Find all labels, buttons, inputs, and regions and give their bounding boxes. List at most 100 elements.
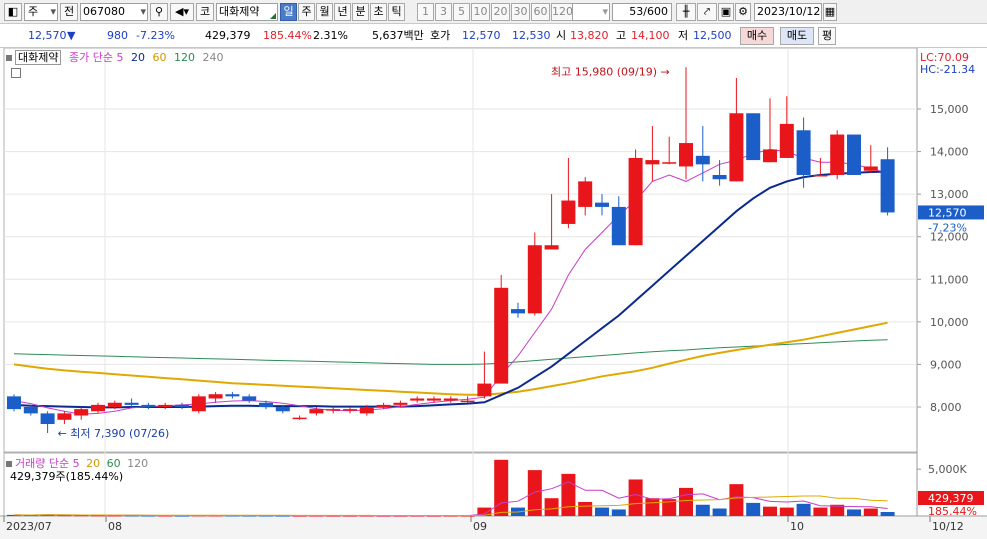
low-annotation: ← 최저 7,390 (07/26): [58, 427, 170, 440]
period-tab-0[interactable]: 일: [280, 3, 297, 21]
volume-bar: [847, 509, 861, 516]
candle-body: [662, 162, 677, 164]
trading-amount: 5,637백만: [372, 29, 424, 42]
candle-body: [830, 134, 845, 175]
candle-body: [443, 398, 458, 401]
interval-button-10[interactable]: 10: [471, 3, 490, 21]
legend-toggle-icon[interactable]: [6, 55, 12, 61]
volume-bar: [729, 484, 744, 516]
candle-body: [477, 383, 492, 397]
period-tab-6[interactable]: 틱: [388, 3, 405, 21]
date-field[interactable]: 2023/10/12: [754, 3, 822, 21]
hc-value: HC:-21.34: [920, 63, 976, 76]
search-icon[interactable]: ⚲: [150, 3, 168, 21]
candle-body: [527, 245, 542, 314]
custom-interval-select[interactable]: ▾: [572, 3, 610, 21]
gear-icon[interactable]: ⚙: [735, 3, 751, 21]
time-axis-background: [0, 517, 987, 539]
interval-button-30[interactable]: 30: [511, 3, 530, 21]
chevron-down-icon: ▾: [602, 5, 608, 18]
candle-body: [427, 398, 441, 401]
time-tick-label: 10: [790, 520, 804, 533]
period-tab-1[interactable]: 주: [298, 3, 315, 21]
candle-body: [695, 155, 710, 165]
candle-body: [309, 409, 324, 414]
low-price: 12,500: [693, 29, 732, 42]
volume-bar: [863, 508, 878, 516]
save-icon[interactable]: ▣: [718, 3, 734, 21]
candle-body: [863, 166, 878, 171]
grid-toggle-icon[interactable]: [11, 68, 21, 78]
candle-body: [746, 113, 761, 161]
quote-bar: 12,570 ▼ 980 -7.23% 429,379 185.44% 2.31…: [0, 24, 987, 48]
market-button[interactable]: 전: [60, 3, 78, 21]
volume-bar: [679, 487, 693, 516]
stock-name-value: 대화제약: [219, 5, 260, 18]
legend-ma120: 120: [173, 51, 195, 64]
period-tab-3[interactable]: 년: [334, 3, 351, 21]
type-select-value: 주: [28, 5, 39, 18]
candle-body: [645, 160, 660, 165]
volume-bar: [628, 479, 643, 516]
line-tool-icon[interactable]: ⤤: [697, 3, 717, 21]
candle-body: [393, 402, 408, 405]
candle-body: [763, 149, 777, 163]
chart-settings-icon[interactable]: ◧: [4, 3, 22, 21]
time-tick-label: 09: [473, 520, 487, 533]
legend-ma5: 5: [116, 51, 124, 64]
period-tab-5[interactable]: 초: [370, 3, 387, 21]
volume-bar: [611, 509, 626, 516]
volume-bar: [695, 504, 710, 516]
calendar-icon[interactable]: ▦: [823, 3, 837, 21]
speaker-icon[interactable]: ◀▾: [170, 3, 194, 21]
interval-button-3[interactable]: 3: [435, 3, 452, 21]
period-tab-4[interactable]: 분: [352, 3, 369, 21]
main-toolbar: ◧ 주 ▾ 전 067080 ▾ ⚲ ◀▾ 코 대화제약 일주월년분초틱 135…: [0, 0, 987, 24]
volume-value: 429,379: [205, 29, 251, 42]
down-arrow-icon: ▼: [67, 29, 76, 42]
count-field[interactable]: 53/600: [612, 3, 672, 21]
period-tab-2[interactable]: 월: [316, 3, 333, 21]
candle-type-icon[interactable]: ╫: [676, 3, 696, 21]
price-tick-label: 10,000: [930, 316, 969, 329]
interval-button-20[interactable]: 20: [491, 3, 510, 21]
interval-button-5[interactable]: 5: [453, 3, 470, 21]
candle-body: [847, 134, 861, 175]
open-price: 13,820: [570, 29, 609, 42]
price-change-pct: -7.23%: [136, 29, 175, 42]
legend-toggle-icon[interactable]: [6, 461, 12, 467]
volume-legend-ma5: 5: [72, 457, 80, 470]
candle-body: [292, 417, 307, 420]
legend-stock-name: 대화제약: [15, 50, 62, 65]
interval-button-60[interactable]: 60: [531, 3, 550, 21]
kospi-button[interactable]: 코: [196, 3, 214, 21]
candle-body: [158, 404, 173, 407]
volume-legend-ma60: 60: [106, 457, 121, 470]
candle-body: [460, 400, 475, 403]
candle-body: [628, 157, 643, 246]
candle-body: [7, 396, 21, 410]
sell-button[interactable]: 매도: [780, 27, 814, 45]
evaluation-button[interactable]: 평: [818, 27, 836, 45]
volume-bar: [544, 498, 559, 516]
stock-name-field[interactable]: 대화제약: [216, 3, 278, 21]
interval-button-120[interactable]: 120: [551, 3, 573, 21]
type-select[interactable]: 주 ▾: [24, 3, 58, 21]
volume-bar: [746, 502, 761, 516]
volume-bar: [494, 459, 509, 516]
stock-code-input[interactable]: 067080 ▾: [80, 3, 148, 21]
corner-marker-icon: [270, 13, 276, 19]
buy-button[interactable]: 매수: [740, 27, 774, 45]
candle-body: [511, 309, 525, 314]
candle-body: [544, 245, 559, 250]
candle-body: [23, 407, 38, 414]
volume-tick-label: 5,000K: [928, 463, 967, 476]
price-tick-label: 15,000: [930, 103, 969, 116]
bid-price: 12,530: [512, 29, 551, 42]
candle-body: [779, 123, 794, 158]
candle-body: [74, 409, 89, 416]
high-label: 고: [616, 29, 627, 42]
interval-button-1[interactable]: 1: [417, 3, 434, 21]
candle-body: [679, 143, 693, 167]
volume-legend: 거래량 단순 5 20 60 120: [6, 457, 148, 471]
